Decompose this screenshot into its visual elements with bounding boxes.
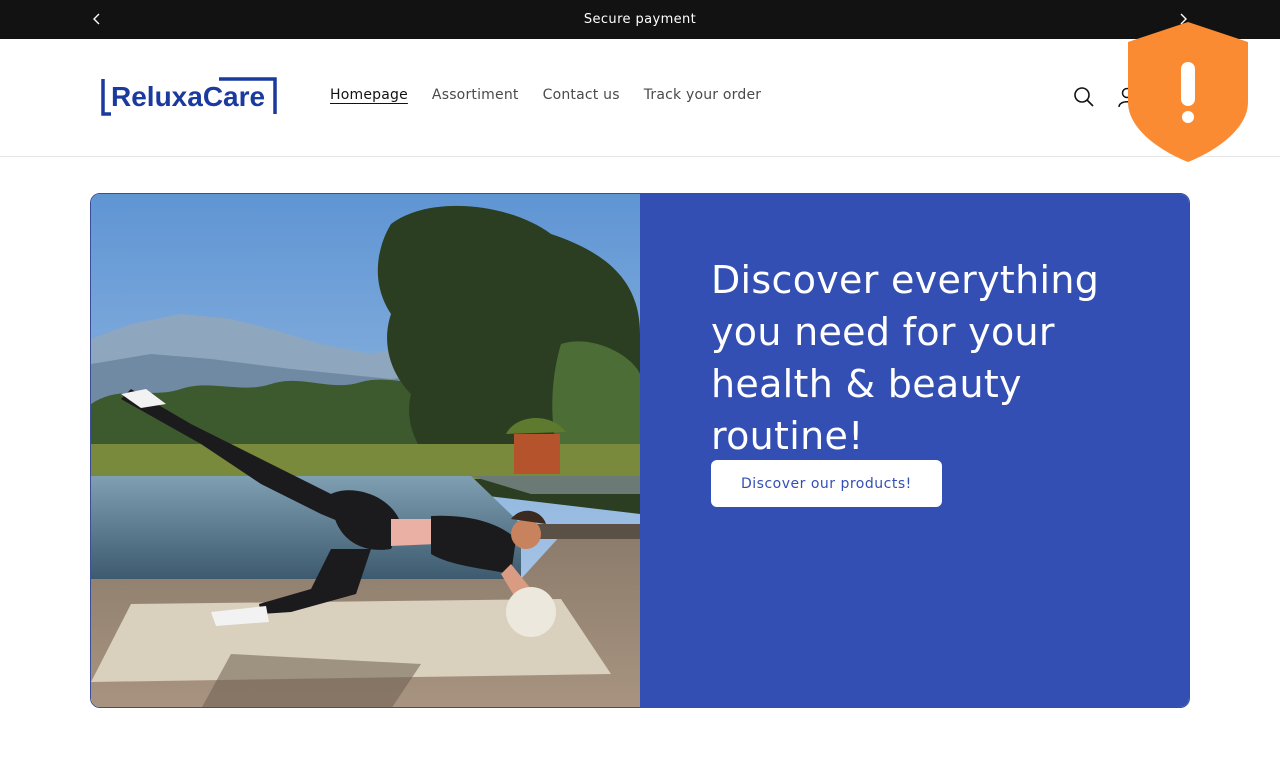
main-nav: Homepage Assortiment Contact us Track yo…: [330, 87, 785, 103]
announcement-text: Secure payment: [583, 12, 697, 27]
chevron-left-icon[interactable]: [88, 10, 106, 28]
shield-warning-icon[interactable]: [1126, 20, 1250, 164]
logo-text: ReluxaCare: [111, 81, 265, 112]
hero-banner: Discover everything you need for your he…: [90, 193, 1190, 708]
nav-item-homepage[interactable]: Homepage: [330, 87, 408, 103]
search-icon[interactable]: [1073, 86, 1095, 108]
announcement-bar: Secure payment: [0, 0, 1280, 39]
hero-title: Discover everything you need for your he…: [711, 258, 1100, 458]
hero-text-panel: Discover everything you need for your he…: [640, 194, 1189, 707]
site-header: ReluxaCare Homepage Assortiment Contact …: [0, 39, 1280, 157]
nav-item-contact[interactable]: Contact us: [543, 87, 620, 103]
nav-item-assortiment[interactable]: Assortiment: [432, 87, 519, 103]
brand-logo[interactable]: ReluxaCare: [99, 77, 279, 117]
discover-products-button[interactable]: Discover our products!: [711, 460, 942, 507]
woman-doing-yoga-by-pool-image: [91, 194, 640, 707]
nav-item-track-order[interactable]: Track your order: [644, 87, 762, 103]
